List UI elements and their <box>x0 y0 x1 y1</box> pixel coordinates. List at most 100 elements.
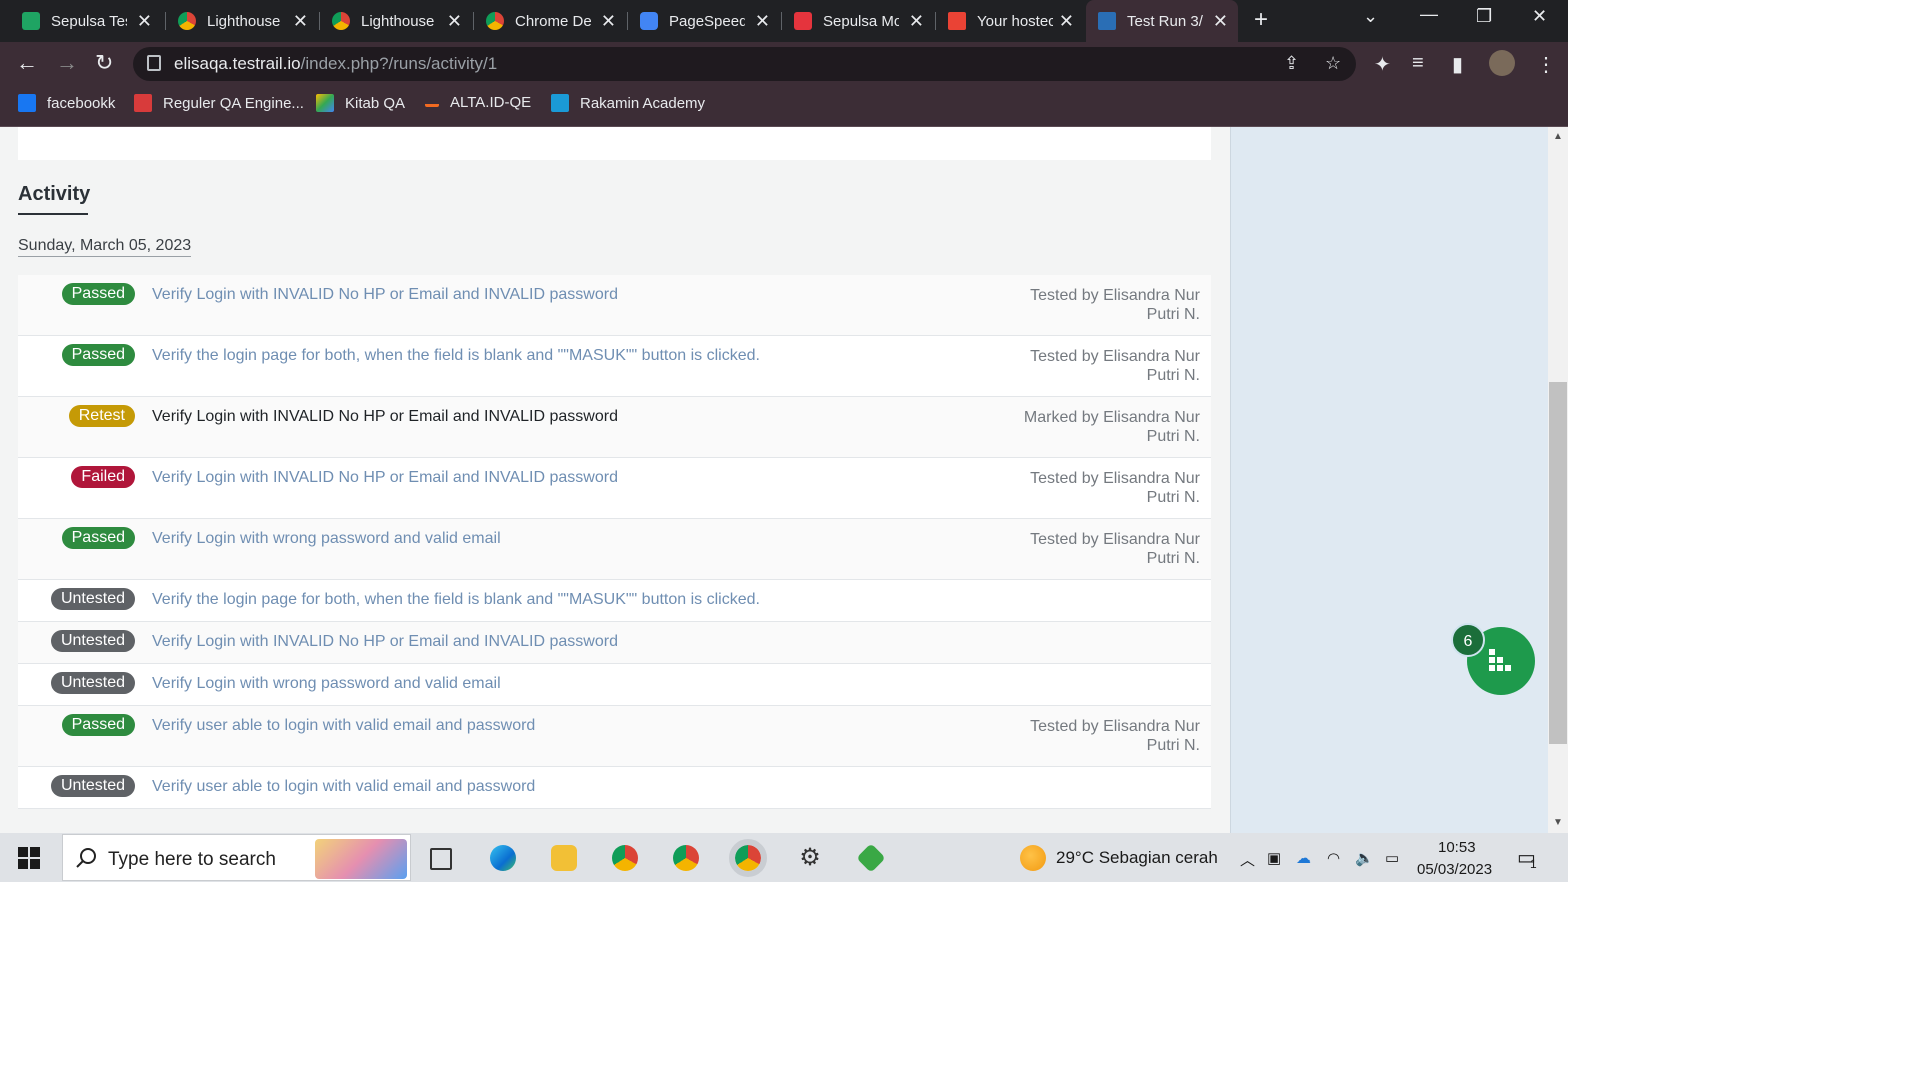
tested-by-line1: Tested by Elisandra Nur <box>1030 470 1200 487</box>
tab-lighthouse-1[interactable]: Lighthouse ✕ <box>166 0 318 42</box>
address-bar[interactable]: elisaqa.testrail.io/index.php?/runs/acti… <box>133 47 1356 81</box>
menu-kebab-icon[interactable]: ⋮ <box>1536 52 1556 77</box>
activity-row: Passed Verify the login page for both, w… <box>18 336 1211 397</box>
tab-close-icon[interactable]: ✕ <box>447 11 462 32</box>
tab-lighthouse-2[interactable]: Lighthouse ✕ <box>320 0 472 42</box>
test-case-link[interactable]: Verify Login with INVALID No HP or Email… <box>152 286 618 304</box>
url-path: /index.php?/runs/activity/1 <box>300 54 498 73</box>
search-highlight-image <box>315 839 407 879</box>
test-case-link[interactable]: Verify Login with INVALID No HP or Email… <box>152 469 618 487</box>
alta-icon <box>425 98 439 107</box>
clock-date[interactable]: 05/03/2023 <box>1417 861 1492 878</box>
bookmark-reguler-qa[interactable]: Reguler QA Engine... <box>134 94 304 112</box>
forward-arrow-icon[interactable]: → <box>56 50 78 76</box>
network-icon[interactable]: ◠ <box>1327 849 1340 867</box>
back-arrow-icon[interactable]: ← <box>16 50 38 76</box>
sheets-icon <box>22 12 40 30</box>
bookmark-kitab-qa[interactable]: Kitab QA <box>316 94 405 112</box>
task-view-icon[interactable] <box>430 848 452 870</box>
app-hexagon-icon[interactable] <box>856 843 886 873</box>
page-scrollbar[interactable]: ▲ ▼ <box>1548 127 1568 833</box>
volume-icon[interactable]: 🔈 <box>1355 849 1374 867</box>
chrome-active-icon[interactable] <box>729 839 767 877</box>
tab-test-run[interactable]: Test Run 3/ ✕ <box>1086 0 1238 42</box>
chrome-icon <box>486 12 504 30</box>
bookmark-star-icon[interactable]: ☆ <box>1325 53 1341 74</box>
onedrive-cloud-icon[interactable]: ☁ <box>1296 849 1311 867</box>
tray-overflow-chevron-icon[interactable]: ︿ <box>1240 849 1255 870</box>
extensions-icon[interactable]: ✦ <box>1374 52 1391 77</box>
side-panel-icon[interactable]: ▮ <box>1452 52 1463 77</box>
test-case-link[interactable]: Verify the login page for both, when the… <box>152 591 760 609</box>
bookmark-facebookk[interactable]: facebookk <box>18 94 115 112</box>
activity-row: Passed Verify user able to login with va… <box>18 706 1211 767</box>
tab-close-icon[interactable]: ✕ <box>755 11 770 32</box>
tray-app-icon[interactable]: ▣ <box>1267 849 1281 867</box>
windows-start-icon[interactable] <box>18 847 40 869</box>
edge-icon[interactable] <box>490 845 516 871</box>
activity-date: Sunday, March 05, 2023 <box>18 237 192 257</box>
tab-label: Sepulsa Mo <box>823 12 899 30</box>
settings-gear-icon[interactable]: ⚙ <box>797 845 823 871</box>
minimize-button[interactable]: — <box>1420 4 1438 25</box>
drive-icon <box>316 94 334 112</box>
tested-by: Tested by Elisandra Nur Putri N. <box>1000 286 1200 324</box>
status-badge: Passed <box>61 527 135 549</box>
scroll-up-arrow-icon[interactable]: ▲ <box>1553 131 1563 142</box>
tab-sepulsa-mo[interactable]: Sepulsa Mo ✕ <box>782 0 934 42</box>
tab-close-icon[interactable]: ✕ <box>1059 11 1074 32</box>
tab-gmail[interactable]: Your hostec ✕ <box>936 0 1084 42</box>
bookmark-icon <box>134 94 152 112</box>
tab-sepulsa-test[interactable]: Sepulsa Test ✕ <box>10 0 162 42</box>
tab-close-icon[interactable]: ✕ <box>137 11 152 32</box>
marked-by-line1: Marked by Elisandra Nur <box>1023 409 1200 426</box>
tab-label: PageSpeed <box>669 12 745 30</box>
bookmark-rakamin[interactable]: Rakamin Academy <box>551 94 705 112</box>
browser-toolbar: ← → ↻ elisaqa.testrail.io/index.php?/run… <box>0 42 1568 86</box>
battery-icon[interactable]: ▭ <box>1385 849 1399 867</box>
scrollbar-thumb[interactable] <box>1549 382 1567 744</box>
close-window-button[interactable]: ✕ <box>1532 6 1547 27</box>
test-case-link[interactable]: Verify the login page for both, when the… <box>152 347 760 365</box>
reload-icon[interactable]: ↻ <box>95 50 113 76</box>
taskbar-search-box[interactable]: Type here to search <box>62 834 411 881</box>
test-case-link[interactable]: Verify Login with wrong password and val… <box>152 675 501 693</box>
avatar[interactable] <box>1489 50 1515 76</box>
chrome-profile-icon[interactable] <box>673 845 699 871</box>
scroll-down-arrow-icon[interactable]: ▼ <box>1553 817 1563 828</box>
url-text[interactable]: elisaqa.testrail.io/index.php?/runs/acti… <box>174 54 497 74</box>
share-icon[interactable]: ⇪ <box>1284 53 1299 74</box>
status-badge: Untested <box>50 630 135 652</box>
tab-pagespeed[interactable]: PageSpeed ✕ <box>628 0 780 42</box>
tested-by: Tested by Elisandra Nur Putri N. <box>1000 347 1200 385</box>
chrome-icon[interactable] <box>612 845 638 871</box>
tab-close-icon[interactable]: ✕ <box>909 11 924 32</box>
tab-label: Lighthouse <box>207 12 281 30</box>
test-case-link[interactable]: Verify user able to login with valid ema… <box>152 717 535 735</box>
marked-by: Marked by Elisandra Nur Putri N. <box>1000 408 1200 446</box>
clock-time[interactable]: 10:53 <box>1438 839 1476 856</box>
weather-sun-icon[interactable] <box>1020 845 1046 871</box>
test-case-link[interactable]: Verify Login with INVALID No HP or Email… <box>152 633 618 651</box>
test-case-link[interactable]: Verify Login with wrong password and val… <box>152 530 501 548</box>
weather-text[interactable]: 29°C Sebagian cerah <box>1056 848 1218 868</box>
marked-by-line2: Putri N. <box>1146 428 1200 445</box>
restore-button[interactable]: ❐ <box>1476 6 1492 27</box>
right-sidebar-panel <box>1230 127 1548 833</box>
tab-close-icon[interactable]: ✕ <box>1213 11 1228 32</box>
activity-row: Untested Verify the login page for both,… <box>18 580 1211 622</box>
tab-chrome-dev[interactable]: Chrome Dev ✕ <box>474 0 626 42</box>
file-explorer-icon[interactable] <box>551 845 577 871</box>
pagespeed-icon <box>640 12 658 30</box>
tab-close-icon[interactable]: ✕ <box>601 11 616 32</box>
notification-count: 1 <box>1530 857 1537 871</box>
new-tab-button[interactable]: + <box>1254 6 1268 34</box>
tab-search-chevron-icon[interactable]: ⌄ <box>1363 6 1378 27</box>
bookmark-alta[interactable]: ALTA.ID-QE <box>425 94 531 111</box>
fab-count-badge: 6 <box>1451 623 1485 657</box>
test-case-link[interactable]: Verify user able to login with valid ema… <box>152 778 535 796</box>
media-queue-icon[interactable]: ≡ <box>1412 52 1424 75</box>
status-badge: Untested <box>50 672 135 694</box>
tab-close-icon[interactable]: ✕ <box>293 11 308 32</box>
gmail-icon <box>948 12 966 30</box>
